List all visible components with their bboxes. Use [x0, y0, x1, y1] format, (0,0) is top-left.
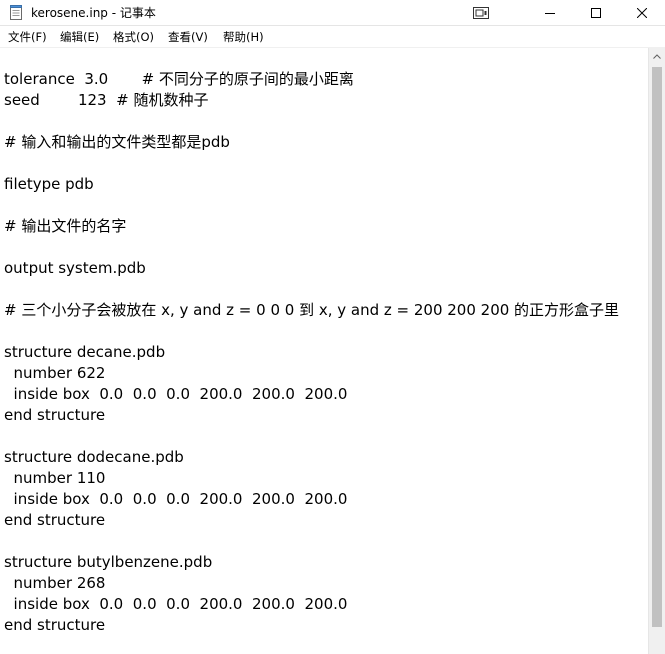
menu-file[interactable]: 文件(F) [6, 29, 49, 45]
vertical-scrollbar[interactable] [648, 48, 665, 654]
chevron-up-icon [653, 54, 661, 59]
window-title: kerosene.inp - 记事本 [31, 6, 156, 20]
menu-format[interactable]: 格式(O) [111, 29, 156, 45]
title-bar[interactable]: kerosene.inp - 记事本 [0, 0, 665, 26]
scroll-up-button[interactable] [649, 48, 665, 65]
tablet-mode-button[interactable] [458, 0, 504, 26]
maximize-button[interactable] [573, 0, 619, 26]
menu-help[interactable]: 帮助(H) [221, 29, 266, 45]
menu-bar: 文件(F) 编辑(E) 格式(O) 查看(V) 帮助(H) [0, 26, 665, 48]
menu-edit[interactable]: 编辑(E) [58, 29, 101, 45]
menu-view[interactable]: 查看(V) [166, 29, 210, 45]
minimize-icon [545, 13, 555, 14]
minimize-button[interactable] [527, 0, 573, 26]
maximize-icon [591, 8, 601, 18]
scroll-thumb[interactable] [652, 67, 662, 627]
editor-content[interactable]: tolerance 3.0 # 不同分子的原子间的最小距离 seed 123 #… [4, 69, 619, 636]
tablet-icon [473, 7, 489, 19]
notepad-icon [10, 5, 22, 20]
text-editor[interactable]: tolerance 3.0 # 不同分子的原子间的最小距离 seed 123 #… [0, 48, 648, 654]
close-icon [637, 8, 647, 18]
close-button[interactable] [619, 0, 665, 26]
